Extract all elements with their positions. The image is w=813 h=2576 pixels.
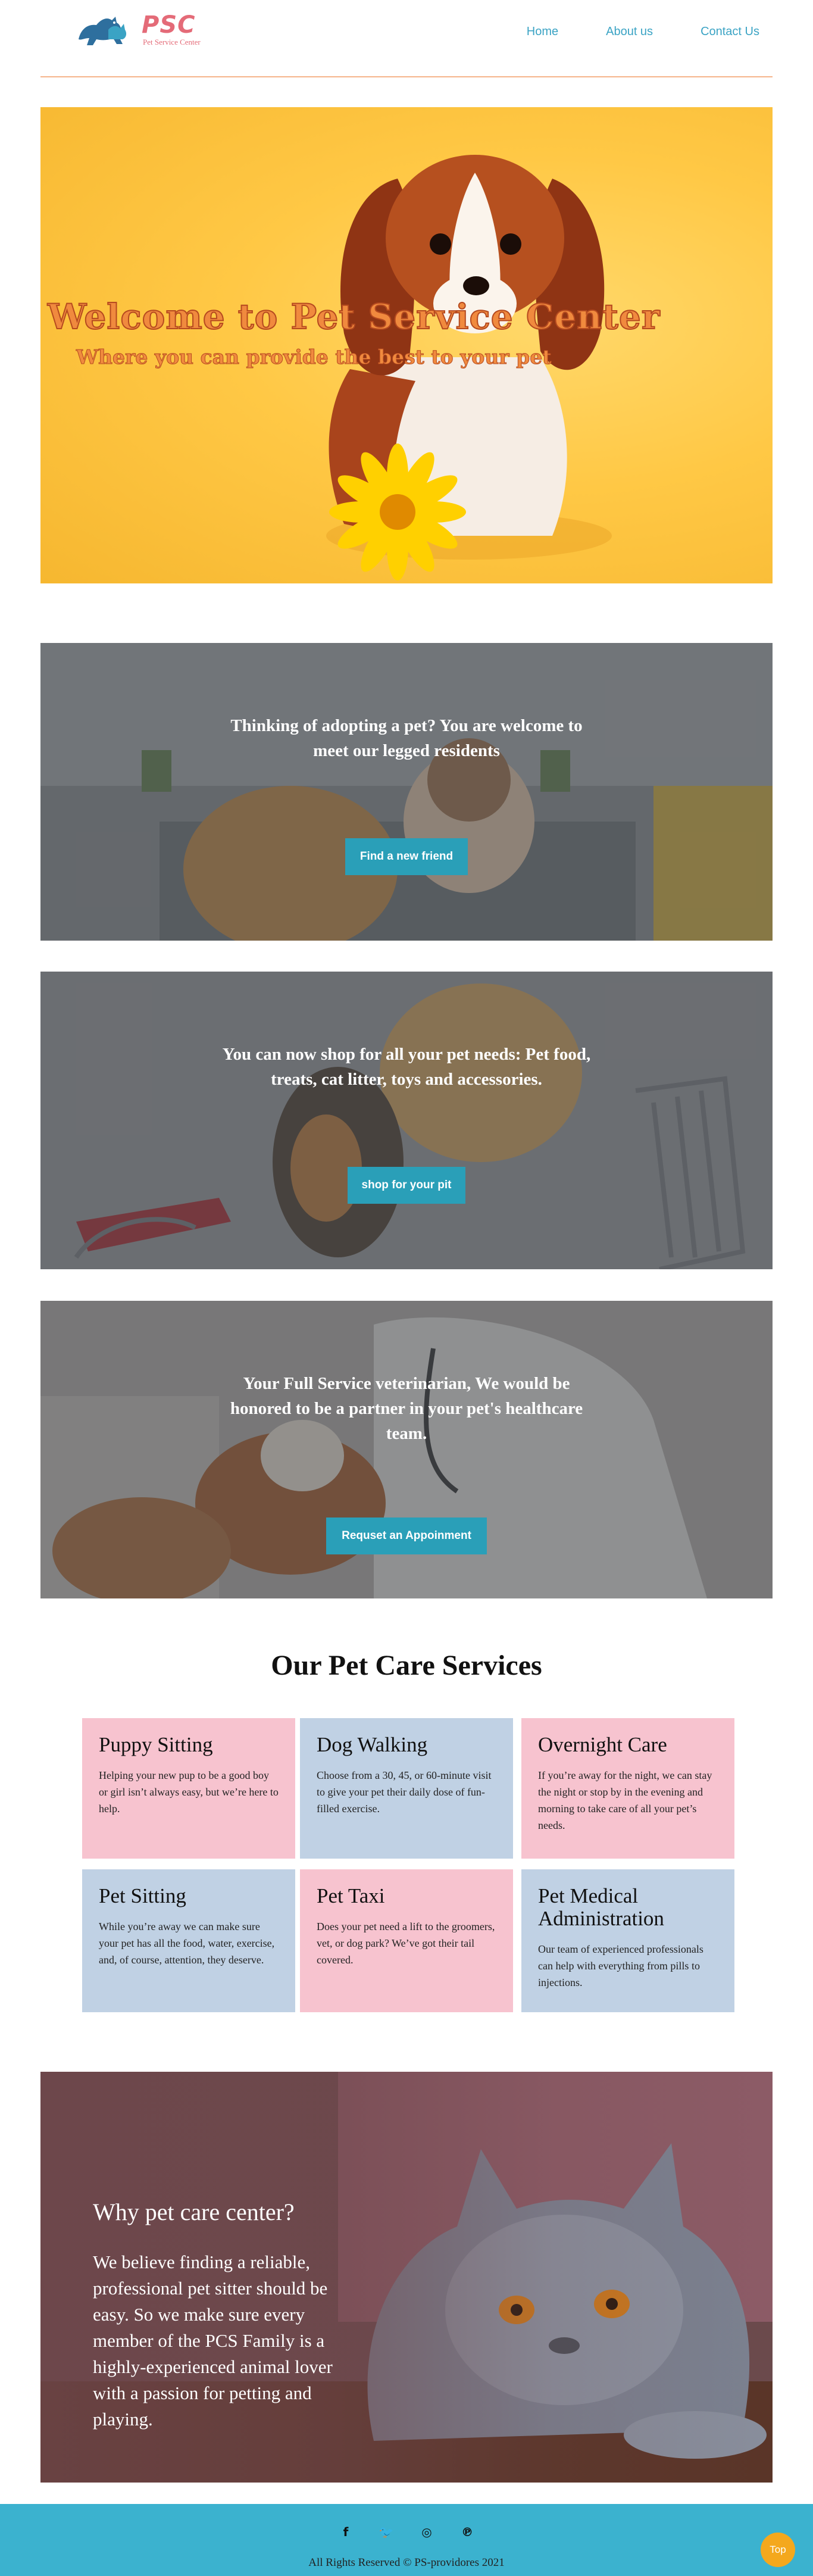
social-links: f 🐦 ◎ ℗: [0, 2525, 813, 2539]
service-card-pet-sitting: Pet Sitting While you’re away we can mak…: [82, 1869, 295, 2012]
shop-panel: You can now shop for all your pet needs:…: [40, 972, 773, 1269]
service-card-text: Does your pet need a lift to the groomer…: [317, 1921, 495, 1966]
dog-cat-logo-icon: [79, 17, 127, 45]
pinterest-icon[interactable]: ℗: [461, 2525, 474, 2539]
service-card-dog-walking: Dog Walking Choose from a 30, 45, or 60-…: [300, 1718, 513, 1859]
hero-subtitle: Where you can provide the best to your p…: [76, 345, 552, 369]
twitter-icon[interactable]: 🐦: [379, 2525, 394, 2539]
service-card-title: Pet Taxi: [317, 1884, 385, 1907]
service-card-text: Helping your new pup to be a good boy or…: [99, 1769, 279, 1815]
why-title: Why pet care center?: [93, 2199, 295, 2225]
service-card-puppy-sitting: Puppy Sitting Helping your new pup to be…: [82, 1718, 295, 1859]
adopt-text: Thinking of adopting a pet? You are welc…: [230, 716, 583, 760]
vet-text: Your Full Service veterinarian, We would…: [230, 1374, 583, 1443]
service-card-title: Pet Sitting: [99, 1884, 186, 1907]
why-section: Why pet care center? We believe finding …: [40, 2072, 773, 2483]
services-title: Our Pet Care Services: [271, 1650, 542, 1681]
site-header: PSC Pet Service Center Home About us Con…: [0, 0, 813, 77]
find-friend-button[interactable]: Find a new friend: [345, 838, 468, 875]
service-card-overnight-care: Overnight Care If you’re away for the ni…: [521, 1718, 734, 1859]
copyright-text: All Rights Reserved © PS-providores 2021: [308, 2556, 505, 2569]
adopt-panel: Thinking of adopting a pet? You are welc…: [40, 643, 773, 941]
service-card-pet-taxi: Pet Taxi Does your pet need a lift to th…: [300, 1869, 513, 2012]
service-card-title: Overnight Care: [538, 1733, 667, 1756]
nav-home[interactable]: Home: [527, 25, 558, 39]
site-footer: f 🐦 ◎ ℗ All Rights Reserved © PS-provido…: [0, 2504, 813, 2576]
logo-title: PSC: [142, 11, 196, 39]
logo-subtitle: Pet Service Center: [143, 38, 201, 46]
service-card-pet-medical: Pet Medical Administration Our team of e…: [521, 1869, 734, 2012]
instagram-icon[interactable]: ◎: [420, 2525, 433, 2539]
service-card-text: Choose from a 30, 45, or 60-minute visit…: [317, 1769, 492, 1815]
service-card-text: If you’re away for the night, we can sta…: [538, 1769, 712, 1831]
why-text: We believe finding a reliable, professio…: [93, 2252, 333, 2430]
facebook-icon[interactable]: f: [339, 2525, 352, 2539]
main-nav: Home About us Contact Us: [479, 25, 759, 39]
nav-contact[interactable]: Contact Us: [701, 25, 759, 39]
service-card-title: Pet Medical Administration: [538, 1884, 664, 1930]
shop-text: You can now shop for all your pet needs:…: [222, 1045, 591, 1089]
back-to-top-button[interactable]: Top: [761, 2533, 795, 2567]
request-appointment-button[interactable]: Requset an Appoinment: [326, 1518, 487, 1554]
header-divider: [40, 76, 773, 77]
logo[interactable]: PSC Pet Service Center: [73, 8, 221, 50]
service-card-text: While you’re away we can make sure your …: [99, 1921, 275, 1966]
hero-banner: Welcome to Pet Service Center Where you …: [40, 107, 773, 583]
service-card-text: Our team of experienced professionals ca…: [538, 1943, 703, 1988]
service-card-title: Dog Walking: [317, 1733, 428, 1756]
nav-about[interactable]: About us: [606, 25, 653, 39]
vet-panel: Your Full Service veterinarian, We would…: [40, 1301, 773, 1598]
service-card-title: Puppy Sitting: [99, 1733, 213, 1756]
shop-button[interactable]: shop for your pit: [348, 1167, 465, 1204]
hero-title: Welcome to Pet Service Center: [47, 296, 661, 338]
